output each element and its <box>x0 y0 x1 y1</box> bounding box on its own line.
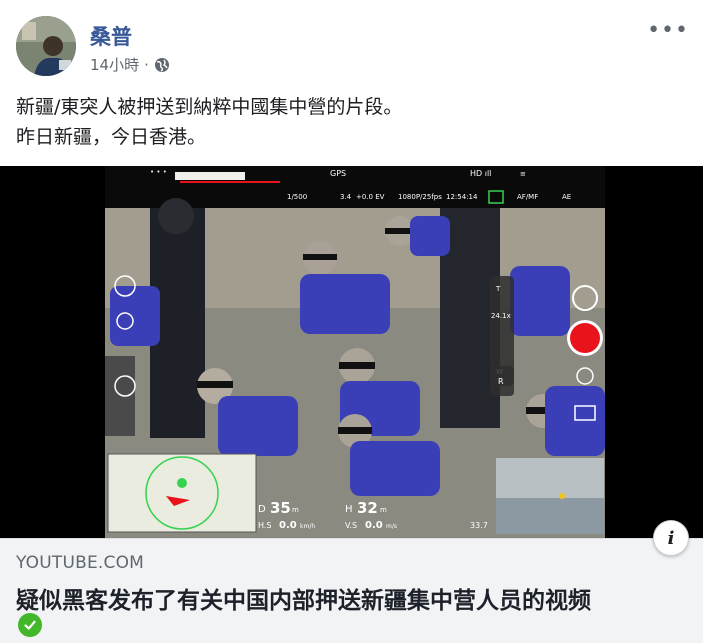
hud-gps: GPS <box>330 169 346 178</box>
hud-exposure: 1/500 <box>287 193 307 201</box>
hud-resolution: 1080P/25fps <box>398 193 442 201</box>
link-preview[interactable]: YOUTUBE.COM 疑似黑客发布了有关中国内部押送新疆集中营人员的视频 <box>0 538 703 643</box>
avatar-photo <box>16 16 76 76</box>
svg-text:• • •: • • • <box>150 168 167 176</box>
drone-footage: • • • GPS 1/500 3.4 +0.0 EV 1080P/25fps … <box>0 166 703 538</box>
hud-battery: 33.7 <box>470 521 488 530</box>
svg-text:HD ıll: HD ıll <box>470 169 491 178</box>
hud-hspeed-value: 0.0 <box>279 520 297 531</box>
hud-hspeed-unit: km/h <box>300 523 315 530</box>
video-thumbnail[interactable]: • • • GPS 1/500 3.4 +0.0 EV 1080P/25fps … <box>0 166 703 538</box>
hud-height-value: 32 <box>357 499 378 517</box>
hud-ev: 3.4 <box>340 193 352 201</box>
info-button[interactable]: i <box>653 520 689 556</box>
hud-distance-unit: m <box>292 506 299 514</box>
link-domain: YOUTUBE.COM <box>16 553 145 573</box>
post-text: 新疆/東突人被押送到納粹中國集中營的片段。 昨日新疆，今日香港。 <box>16 92 686 152</box>
hud-zoom: 24.1x <box>491 312 511 320</box>
hud-focus: AF/MF <box>517 193 538 201</box>
meta-separator: · <box>144 55 149 74</box>
author-avatar[interactable] <box>16 16 76 76</box>
hud-right-label: T <box>495 285 501 293</box>
hud-hspeed-label: H.S <box>258 521 272 530</box>
hud-vspeed-unit: m/s <box>386 523 397 530</box>
check-mark <box>24 620 36 630</box>
post-meta: 14小時 · <box>90 54 170 75</box>
hud-vspeed-value: 0.0 <box>365 520 383 531</box>
post-timestamp[interactable]: 14小時 <box>90 54 139 75</box>
hud-height-label: H <box>345 504 353 515</box>
record-button[interactable] <box>570 323 600 353</box>
post-text-line-1: 新疆/東突人被押送到納粹中國集中營的片段。 <box>16 96 403 118</box>
hud-ev-value: +0.0 EV <box>356 193 385 201</box>
post-text-line-2: 昨日新疆，今日香港。 <box>16 126 207 148</box>
post-header: 桑普 14小時 · ••• <box>0 0 703 86</box>
hud-distance-value: 35 <box>270 499 291 517</box>
hud-vspeed-label: V.S <box>345 521 357 530</box>
hud-rec-time: 12:54:14 <box>446 193 478 201</box>
hud-distance-label: D <box>258 504 266 515</box>
hud-height-unit: m <box>380 506 387 514</box>
link-title[interactable]: 疑似黑客发布了有关中国内部押送新疆集中营人员的视频 <box>16 581 591 615</box>
check-icon <box>18 613 42 637</box>
more-options-icon[interactable]: ••• <box>647 18 689 43</box>
globe-icon[interactable] <box>154 57 170 73</box>
hud-ae: AE <box>562 193 571 201</box>
hud-rc-label: R <box>498 377 504 386</box>
author-name[interactable]: 桑普 <box>90 21 132 51</box>
svg-text:≡: ≡ <box>520 170 526 178</box>
